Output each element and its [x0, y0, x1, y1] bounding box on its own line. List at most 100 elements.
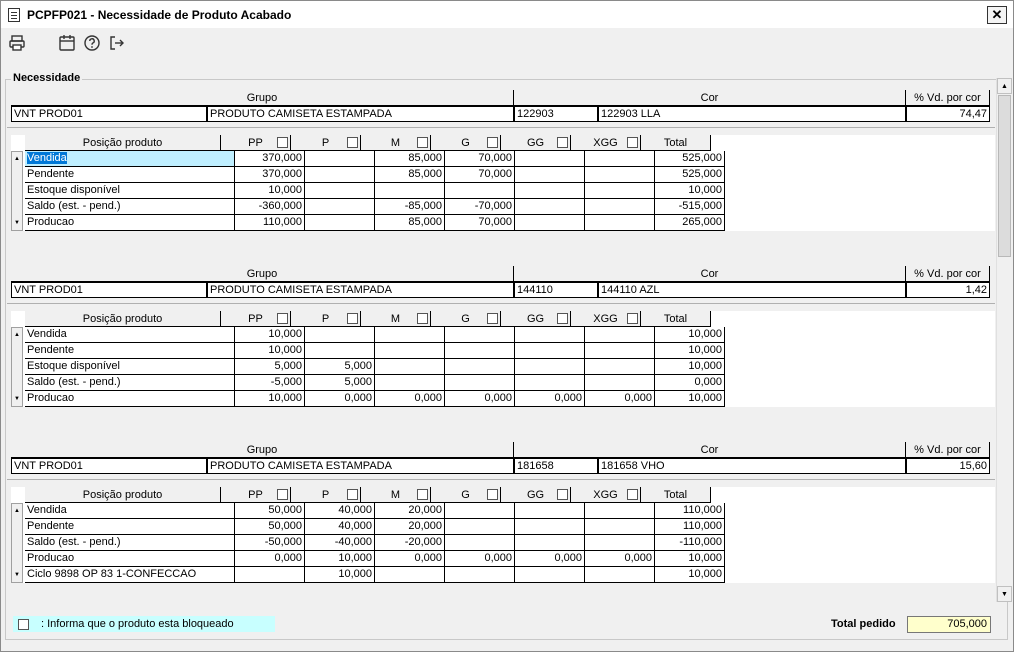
value-cell[interactable]: 0,000	[515, 391, 585, 407]
value-cell[interactable]	[515, 183, 585, 199]
size-column-checkbox[interactable]	[627, 137, 638, 148]
value-cell[interactable]	[445, 359, 515, 375]
value-cell[interactable]	[445, 183, 515, 199]
grupo-desc-field[interactable]: PRODUTO CAMISETA ESTAMPADA	[207, 458, 514, 474]
value-cell[interactable]	[585, 503, 655, 519]
value-cell[interactable]	[585, 327, 655, 343]
value-cell[interactable]: 40,000	[305, 519, 375, 535]
value-cell[interactable]	[445, 327, 515, 343]
value-cell[interactable]	[305, 343, 375, 359]
size-column-checkbox[interactable]	[487, 137, 498, 148]
value-cell[interactable]: 85,000	[375, 167, 445, 183]
value-cell[interactable]: 10,000	[655, 551, 725, 567]
size-column-checkbox[interactable]	[557, 313, 568, 324]
value-cell[interactable]	[305, 199, 375, 215]
value-cell[interactable]: 0,000	[445, 551, 515, 567]
value-cell[interactable]	[515, 167, 585, 183]
value-cell[interactable]: 85,000	[375, 215, 445, 231]
value-cell[interactable]	[585, 567, 655, 583]
value-cell[interactable]: -515,000	[655, 199, 725, 215]
help-icon[interactable]	[82, 33, 102, 53]
value-cell[interactable]: 5,000	[305, 375, 375, 391]
value-cell[interactable]	[585, 199, 655, 215]
row-label-cell[interactable]: Ciclo 9898 OP 83 1-CONFECCAO	[25, 567, 235, 583]
value-cell[interactable]: 50,000	[235, 503, 305, 519]
size-column-checkbox[interactable]	[277, 137, 288, 148]
value-cell[interactable]	[375, 183, 445, 199]
value-cell[interactable]: 40,000	[305, 503, 375, 519]
value-cell[interactable]	[515, 359, 585, 375]
size-column-checkbox[interactable]	[487, 489, 498, 500]
size-column-checkbox[interactable]	[277, 489, 288, 500]
table-row[interactable]: Saldo (est. - pend.) -50,000 -40,000 -20,00…	[25, 535, 725, 551]
scroll-up-button[interactable]: ▲	[997, 78, 1012, 94]
value-cell[interactable]: 10,000	[235, 391, 305, 407]
value-cell[interactable]: 5,000	[235, 359, 305, 375]
size-column-checkbox[interactable]	[627, 489, 638, 500]
value-cell[interactable]: -50,000	[235, 535, 305, 551]
value-cell[interactable]: 370,000	[235, 151, 305, 167]
size-column-checkbox[interactable]	[487, 313, 498, 324]
value-cell[interactable]	[445, 519, 515, 535]
value-cell[interactable]: 10,000	[655, 567, 725, 583]
table-row[interactable]: Saldo (est. - pend.) -360,000 -85,000 -70,0…	[25, 199, 725, 215]
value-cell[interactable]	[585, 215, 655, 231]
table-row[interactable]: Vendida 50,000 40,000 20,000 110,000	[25, 503, 725, 519]
value-cell[interactable]: 70,000	[445, 215, 515, 231]
value-cell[interactable]: 10,000	[655, 359, 725, 375]
value-cell[interactable]	[445, 535, 515, 551]
table-row[interactable]: Producao 110,000 85,000 70,000 265,000	[25, 215, 725, 231]
value-cell[interactable]: 370,000	[235, 167, 305, 183]
pct-field[interactable]: 15,60	[906, 458, 990, 474]
value-cell[interactable]: 525,000	[655, 151, 725, 167]
value-cell[interactable]: 10,000	[235, 327, 305, 343]
value-cell[interactable]	[585, 167, 655, 183]
value-cell[interactable]: 10,000	[305, 551, 375, 567]
row-label-cell[interactable]: Pendente	[25, 167, 235, 183]
value-cell[interactable]: 10,000	[655, 183, 725, 199]
value-cell[interactable]	[445, 503, 515, 519]
value-cell[interactable]: 50,000	[235, 519, 305, 535]
value-cell[interactable]	[445, 375, 515, 391]
value-cell[interactable]: 10,000	[305, 567, 375, 583]
grupo-code-field[interactable]: VNT PROD01	[11, 458, 207, 474]
value-cell[interactable]	[445, 567, 515, 583]
value-cell[interactable]	[445, 343, 515, 359]
row-label-cell[interactable]: Producao	[25, 551, 235, 567]
row-label-cell[interactable]: Saldo (est. - pend.)	[25, 535, 235, 551]
size-column-checkbox[interactable]	[417, 489, 428, 500]
grupo-code-field[interactable]: VNT PROD01	[11, 106, 207, 122]
table-row[interactable]: Saldo (est. - pend.) -5,000 5,000 0,000	[25, 375, 725, 391]
value-cell[interactable]	[515, 519, 585, 535]
row-label-cell[interactable]: Saldo (est. - pend.)	[25, 375, 235, 391]
row-label-cell[interactable]: Vendida	[25, 503, 235, 519]
exit-icon[interactable]	[107, 33, 127, 53]
grid-scroll-down-icon[interactable]: ▼	[12, 568, 22, 582]
value-cell[interactable]: 70,000	[445, 151, 515, 167]
value-cell[interactable]: -20,000	[375, 535, 445, 551]
row-label-cell[interactable]: Saldo (est. - pend.)	[25, 199, 235, 215]
scroll-thumb[interactable]	[998, 95, 1011, 257]
value-cell[interactable]	[515, 535, 585, 551]
cor-code-field[interactable]: 181658	[514, 458, 598, 474]
value-cell[interactable]: 0,000	[515, 551, 585, 567]
cor-desc-field[interactable]: 122903 LLA	[598, 106, 906, 122]
row-label-cell[interactable]: Producao	[25, 215, 235, 231]
value-cell[interactable]	[375, 359, 445, 375]
row-label-cell[interactable]: Vendida	[25, 327, 235, 343]
value-cell[interactable]	[375, 375, 445, 391]
row-label-cell[interactable]: Vendida	[25, 151, 235, 167]
value-cell[interactable]: 85,000	[375, 151, 445, 167]
value-cell[interactable]: 0,000	[375, 391, 445, 407]
value-cell[interactable]: -85,000	[375, 199, 445, 215]
value-cell[interactable]	[515, 215, 585, 231]
value-cell[interactable]: 10,000	[235, 343, 305, 359]
value-cell[interactable]: 0,000	[585, 391, 655, 407]
row-label-cell[interactable]: Producao	[25, 391, 235, 407]
scroll-down-button[interactable]: ▼	[997, 586, 1012, 602]
table-row[interactable]: Pendente 370,000 85,000 70,000 525,000	[25, 167, 725, 183]
size-column-checkbox[interactable]	[347, 137, 358, 148]
grid-row-scrollbar[interactable]: ▲ ▼	[11, 151, 23, 231]
grid-scroll-down-icon[interactable]: ▼	[12, 392, 22, 406]
calendar-icon[interactable]	[57, 33, 77, 53]
